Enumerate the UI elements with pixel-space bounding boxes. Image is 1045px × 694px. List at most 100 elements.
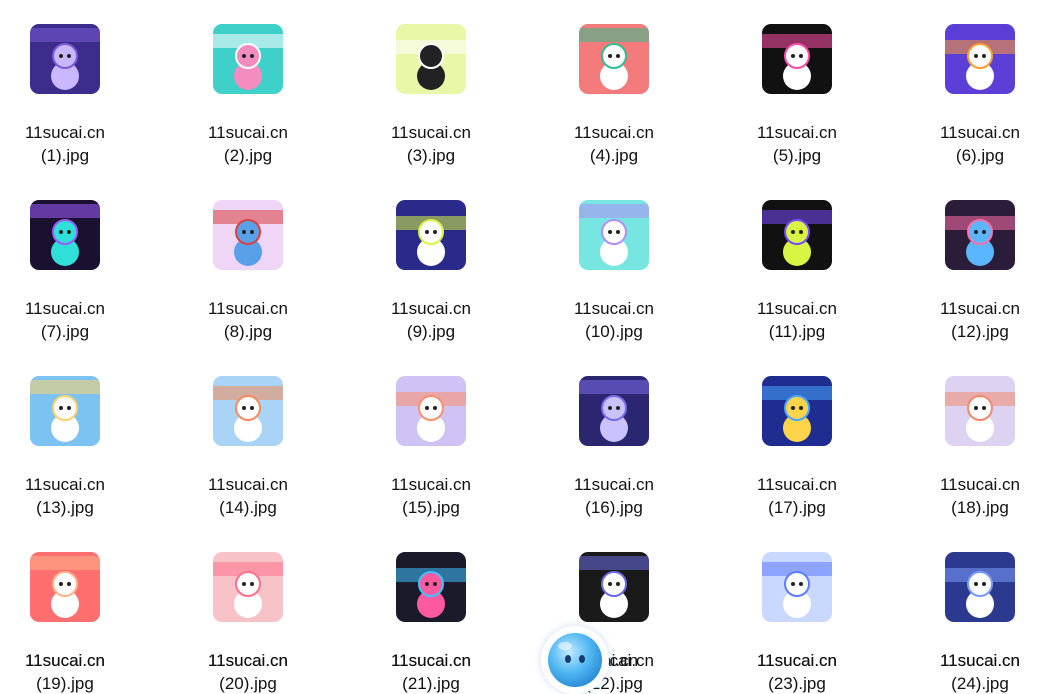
- file-item[interactable]: 11sucai.cn (18).jpg: [905, 376, 1045, 546]
- file-name-label: 11sucai.cn (15).jpg: [390, 475, 471, 517]
- file-thumbnail[interactable]: [945, 552, 1015, 622]
- thumbnail-image: [396, 552, 466, 622]
- file-thumbnail[interactable]: [213, 552, 283, 622]
- file-name-label: 11sucai.cn (8).jpg: [207, 299, 288, 341]
- file-item[interactable]: 11sucai.cn (10).jpg: [539, 200, 689, 370]
- file-thumbnail[interactable]: [945, 376, 1015, 446]
- file-item[interactable]: 11sucai.cn (1).jpg: [0, 24, 140, 194]
- file-item[interactable]: 11sucai.cn (14).jpg: [173, 376, 323, 546]
- astronaut-figure-icon: [783, 395, 811, 442]
- file-thumbnail[interactable]: [30, 552, 100, 622]
- file-item[interactable]: 11sucai.cn (11).jpg: [722, 200, 872, 370]
- file-name-label: 11sucai.cn (18).jpg: [939, 475, 1020, 517]
- thumbnail-image: [30, 376, 100, 446]
- file-item[interactable]: 11sucai.cn (3).jpg: [356, 24, 506, 194]
- file-item[interactable]: 11sucai.cn (2).jpg: [173, 24, 323, 194]
- figure-icon: [966, 571, 994, 618]
- astronaut-figure-icon: [417, 395, 445, 442]
- snowman-figure-icon: [966, 43, 994, 90]
- blue-blob-assistant-icon: [548, 633, 602, 687]
- robot-figure-icon: [600, 395, 628, 442]
- file-name-label: 11sucai.cn (2).jpg: [207, 123, 288, 165]
- file-item[interactable]: 11sucai.cn (16).jpg: [539, 376, 689, 546]
- figure-icon: [783, 219, 811, 266]
- astronaut-figure-icon: [966, 395, 994, 442]
- file-name-label: 11sucai.cn: [390, 651, 471, 670]
- thumbnail-image: [762, 376, 832, 446]
- figure-icon: [417, 571, 445, 618]
- file-item[interactable]: 11sucai.cn (13).jpg: [0, 376, 140, 546]
- file-item[interactable]: 11sucai.cn (15).jpg: [356, 376, 506, 546]
- file-thumbnail[interactable]: [213, 200, 283, 270]
- file-thumbnail[interactable]: [945, 24, 1015, 94]
- thumbnail-image: [945, 200, 1015, 270]
- file-name-label: 11sucai.cn (1).jpg: [24, 123, 105, 165]
- thumbnail-image: [396, 376, 466, 446]
- file-name-label: 11sucai.cn (11).jpg: [756, 299, 837, 341]
- thumbnail-image: [213, 200, 283, 270]
- astronaut-figure-icon: [51, 219, 79, 266]
- file-thumbnail[interactable]: [945, 200, 1015, 270]
- file-thumbnail[interactable]: [762, 200, 832, 270]
- thumbnail-image: [213, 376, 283, 446]
- thumbnail-image: [579, 552, 649, 622]
- file-name-label: 11sucai.cn (14).jpg: [207, 475, 288, 517]
- thumbnail-image: [762, 24, 832, 94]
- file-name-label: 11sucai.cn (13).jpg: [24, 475, 105, 517]
- thumbnail-image: [30, 552, 100, 622]
- file-thumbnail[interactable]: [762, 552, 832, 622]
- file-item[interactable]: 11sucai.cn (4).jpg: [539, 24, 689, 194]
- thumbnail-image: [579, 200, 649, 270]
- file-name-label: 11sucai.cn (17).jpg: [756, 475, 837, 517]
- thumbnail-image: [762, 200, 832, 270]
- floating-assistant-button[interactable]: [541, 626, 609, 694]
- girl-figure-icon: [417, 43, 445, 90]
- file-thumbnail[interactable]: [396, 376, 466, 446]
- file-thumbnail[interactable]: [579, 24, 649, 94]
- file-name-label: 11sucai.cn (4).jpg: [573, 123, 654, 165]
- panda-figure-icon: [600, 43, 628, 90]
- file-thumbnail[interactable]: [579, 200, 649, 270]
- file-thumbnail[interactable]: [213, 376, 283, 446]
- thumbnail-image: [396, 200, 466, 270]
- file-name-label: 11sucai.cn (6).jpg: [939, 123, 1020, 165]
- bear-figure-icon: [234, 571, 262, 618]
- file-name-label: 11sucai.cn (12).jpg: [939, 299, 1020, 341]
- file-thumbnail[interactable]: [579, 376, 649, 446]
- figure-icon: [51, 571, 79, 618]
- file-name-label: 11sucai.cn (9).jpg: [390, 299, 471, 341]
- thumbnail-image: [762, 552, 832, 622]
- thumbnail-image: [945, 552, 1015, 622]
- file-item[interactable]: 11sucai.cn (12).jpg: [905, 200, 1045, 370]
- file-thumbnail[interactable]: [396, 552, 466, 622]
- file-thumbnail[interactable]: [579, 552, 649, 622]
- robot-figure-icon: [51, 43, 79, 90]
- file-name-label: 11sucai.cn (10).jpg: [573, 299, 654, 341]
- file-thumbnail[interactable]: [762, 24, 832, 94]
- file-thumbnail[interactable]: [396, 200, 466, 270]
- file-grid: 11sucai.cn (1).jpg 11sucai.cn (2).jpg 11su…: [0, 0, 1045, 693]
- thumbnail-image: [945, 376, 1015, 446]
- file-item[interactable]: 11sucai.cn (8).jpg: [173, 200, 323, 370]
- thumbnail-image: [579, 376, 649, 446]
- girl-figure-icon: [234, 43, 262, 90]
- file-item[interactable]: 11sucai.cn (9).jpg: [356, 200, 506, 370]
- file-item[interactable]: 11sucai.cn (6).jpg: [905, 24, 1045, 194]
- file-thumbnail[interactable]: [396, 24, 466, 94]
- file-item[interactable]: 11sucai.cn (17).jpg: [722, 376, 872, 546]
- file-thumbnail[interactable]: [213, 24, 283, 94]
- thumbnail-image: [30, 24, 100, 94]
- thumbnail-image: [945, 24, 1015, 94]
- robot-figure-icon: [600, 571, 628, 618]
- file-name-label: 11sucai.cn: [207, 651, 288, 670]
- file-item[interactable]: 11sucai.cn (7).jpg: [0, 200, 140, 370]
- file-thumbnail[interactable]: [30, 200, 100, 270]
- thumbnail-image: [213, 24, 283, 94]
- figure-icon: [417, 219, 445, 266]
- file-thumbnail[interactable]: [30, 376, 100, 446]
- file-thumbnail[interactable]: [762, 376, 832, 446]
- thumbnail-image: [396, 24, 466, 94]
- file-thumbnail[interactable]: [30, 24, 100, 94]
- file-item[interactable]: 11sucai.cn (5).jpg: [722, 24, 872, 194]
- figure-icon: [600, 219, 628, 266]
